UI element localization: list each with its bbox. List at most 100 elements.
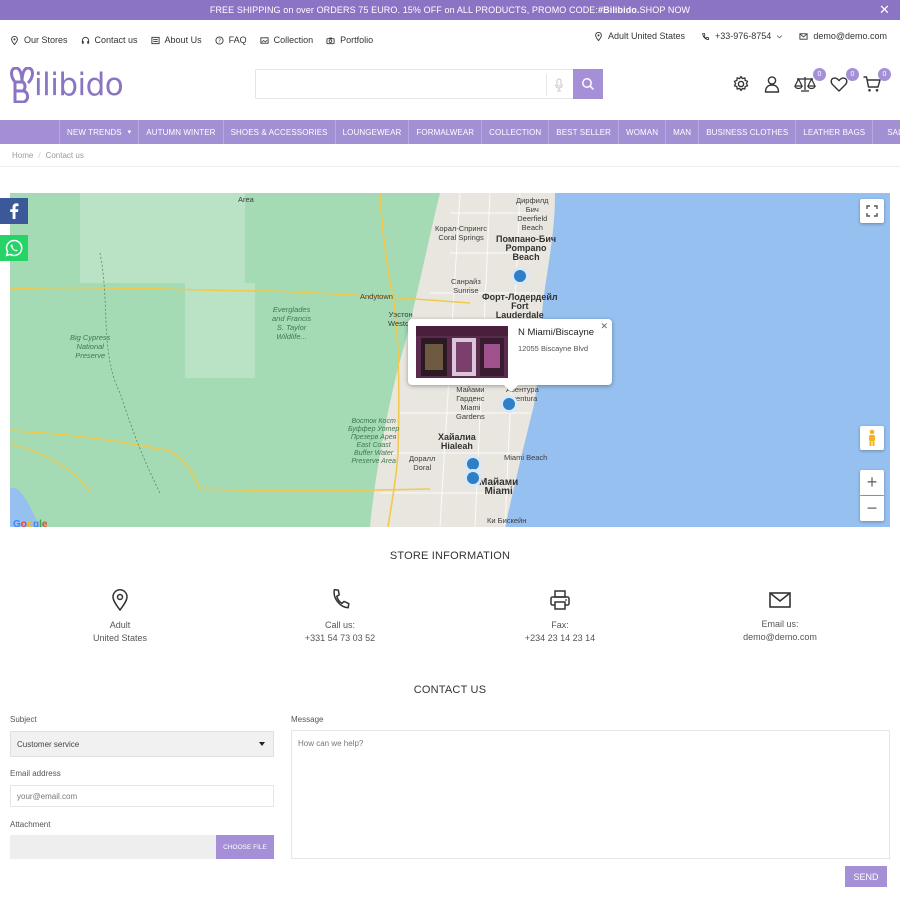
map-label: Big Cypress National Preserve	[70, 333, 111, 360]
email-link[interactable]: demo@demo.com	[799, 31, 887, 41]
faq-link[interactable]: ? FAQ	[215, 35, 247, 45]
store-address-block: Adult United States	[40, 589, 200, 645]
menu-item-business-clothes[interactable]: BUSINESS CLOTHES	[699, 120, 797, 144]
email-us-label: Email us:	[761, 619, 799, 629]
promo-text: FREE SHIPPING on over ORDERS 75 EURO. 15…	[209, 5, 599, 15]
pegman-icon	[869, 429, 875, 446]
portfolio-link[interactable]: Portfolio	[326, 35, 373, 45]
menu-item-label: SHOES & ACCESSORIES	[230, 127, 328, 137]
top-links-bar: Our Stores Contact us About Us ? FAQ Col…	[0, 28, 900, 54]
subject-selected-value: Customer service	[17, 739, 80, 749]
menu-item-woman[interactable]: WOMAN	[619, 120, 667, 144]
menu-item-label: LOUNGEWEAR	[342, 127, 402, 137]
settings-button[interactable]	[731, 74, 751, 94]
menu-item-autumn-winter[interactable]: AUTUMN WINTER	[139, 120, 224, 144]
zoom-in-button[interactable]: +	[860, 470, 884, 495]
logo-bunny-icon	[10, 67, 34, 103]
search-button[interactable]	[573, 69, 603, 99]
store-marker[interactable]	[500, 395, 518, 413]
account-button[interactable]	[762, 74, 782, 94]
street-view-button[interactable]	[860, 426, 884, 450]
menu-item-loungewear[interactable]: LOUNGEWEAR	[336, 120, 410, 144]
collection-link[interactable]: Collection	[260, 35, 313, 45]
map-label: Ки Бискейн	[487, 516, 527, 525]
google-logo: Google	[13, 519, 48, 527]
menu-item-label: BEST SELLER	[556, 127, 612, 137]
newspaper-icon	[150, 36, 160, 44]
chevron-down-icon	[777, 34, 783, 38]
our-stores-link[interactable]: Our Stores	[10, 35, 68, 45]
menu-item-new-trends[interactable]: NEW TRENDS ▾	[59, 120, 140, 144]
whatsapp-share-button[interactable]	[0, 235, 28, 261]
promo-shop-now-link[interactable]: SHOP NOW	[640, 5, 691, 15]
breadcrumb-separator: /	[38, 151, 41, 160]
envelope-icon	[799, 32, 808, 40]
menu-item-label: MAN	[673, 127, 692, 137]
contact-us-title: CONTACT US	[413, 684, 487, 696]
email-address-label: Email address	[10, 769, 61, 778]
facebook-icon	[10, 203, 19, 219]
store-marker[interactable]	[511, 267, 529, 285]
question-icon: ?	[215, 35, 224, 45]
main-menu-bar: NEW TRENDS ▾ AUTUMN WINTER SHOES & ACCESS…	[0, 120, 900, 144]
phone-icon	[333, 589, 350, 609]
microphone-button[interactable]	[546, 74, 570, 96]
facebook-share-button[interactable]	[0, 198, 28, 224]
address-line-2: United States	[92, 633, 148, 643]
map-label: Area	[238, 195, 254, 204]
email-us-value[interactable]: demo@demo.com	[700, 631, 860, 644]
store-marker[interactable]	[464, 469, 482, 487]
location-selector[interactable]: Adult United States	[594, 31, 685, 41]
map-label: Майами Miami	[479, 477, 519, 497]
divider	[0, 166, 900, 167]
menu-item-formalwear[interactable]: FORMALWEAR	[409, 120, 483, 144]
popup-store-address: 12055 Biscayne Blvd	[518, 344, 589, 353]
microphone-icon	[554, 78, 563, 92]
breadcrumb: Home / Contact us	[12, 151, 84, 160]
location-pin-icon	[595, 31, 602, 41]
email-field[interactable]: your@email.com	[10, 785, 274, 807]
camera-icon	[326, 37, 335, 44]
email-label: demo@demo.com	[813, 31, 887, 41]
message-placeholder: How can we help?	[298, 739, 364, 748]
message-label: Message	[291, 715, 324, 724]
menu-item-shoes-accessories[interactable]: SHOES & ACCESSORIES	[224, 120, 336, 144]
user-icon	[764, 76, 780, 93]
menu-item-sale[interactable]: SALE	[873, 120, 900, 144]
search-input[interactable]	[256, 70, 546, 98]
store-map[interactable]: Area Дирфилд Бич Deerfield Beach Корал-Спри…	[10, 193, 890, 527]
send-button[interactable]: SEND	[845, 866, 887, 887]
menu-item-man[interactable]: MAN	[666, 120, 700, 144]
faq-label: FAQ	[228, 35, 247, 45]
chevron-down-icon: ▾	[127, 129, 132, 136]
search-bar[interactable]	[255, 69, 603, 99]
menu-item-collection[interactable]: COLLECTION	[482, 120, 550, 144]
about-us-link[interactable]: About Us	[150, 35, 202, 45]
call-us-value[interactable]: +331 54 73 03 52	[260, 632, 420, 645]
zoom-out-button[interactable]: −	[860, 496, 884, 521]
phone-dropdown[interactable]: +33-976-8754	[701, 31, 783, 41]
menu-item-best-seller[interactable]: BEST SELLER	[549, 120, 620, 144]
menu-item-label: NEW TRENDS	[67, 127, 122, 137]
fax-label: Fax:	[551, 620, 569, 630]
attachment-field[interactable]: CHOOSE FILE	[10, 835, 274, 859]
message-textarea[interactable]: How can we help?	[291, 730, 890, 859]
wishlist-count-badge: 0	[846, 68, 859, 81]
popup-close-button[interactable]: ✕	[600, 321, 608, 332]
breadcrumb-home-link[interactable]: Home	[12, 151, 33, 160]
promo-close-button[interactable]: ✕	[879, 3, 890, 17]
menu-item-label: FORMALWEAR	[416, 127, 475, 137]
subject-select[interactable]: Customer service	[10, 731, 274, 757]
contact-us-link[interactable]: Contact us	[81, 35, 138, 45]
choose-file-button[interactable]: CHOOSE FILE	[216, 835, 274, 859]
menu-item-label: WOMAN	[626, 127, 659, 137]
breadcrumb-current: Contact us	[45, 151, 84, 160]
menu-item-label: LEATHER BAGS	[803, 127, 866, 137]
site-logo[interactable]: ilibido	[10, 64, 124, 106]
fullscreen-button[interactable]	[860, 199, 884, 223]
location-pin-icon	[11, 35, 18, 45]
contact-us-label: Contact us	[94, 35, 138, 45]
location-pin-icon	[112, 589, 128, 611]
menu-item-leather-bags[interactable]: LEATHER BAGS	[796, 120, 874, 144]
menu-item-label: BUSINESS CLOTHES	[706, 127, 789, 137]
